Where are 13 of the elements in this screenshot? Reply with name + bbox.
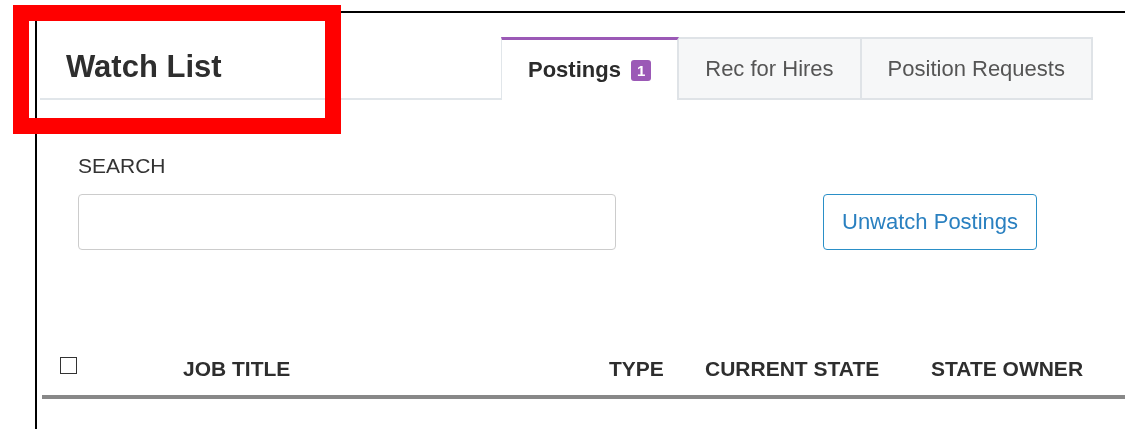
search-field[interactable] <box>78 194 616 250</box>
select-all-checkbox[interactable] <box>60 356 77 374</box>
count-badge: 1 <box>630 59 652 81</box>
tab[interactable]: Rec for Hires <box>679 37 862 100</box>
unwatch-button[interactable]: Unwatch Postings <box>823 194 1038 250</box>
column-header: JOB TITLE <box>183 357 292 381</box>
search-label: SEARCH <box>78 154 167 178</box>
column-header: STATE OWNER <box>931 357 1084 381</box>
tab[interactable]: Postings 1 <box>501 37 680 100</box>
tab[interactable]: Position Requests <box>861 37 1093 100</box>
column-header: CURRENT STATE <box>705 357 881 381</box>
column-header: TYPE <box>609 357 665 381</box>
page-title: Watch List <box>66 48 222 85</box>
